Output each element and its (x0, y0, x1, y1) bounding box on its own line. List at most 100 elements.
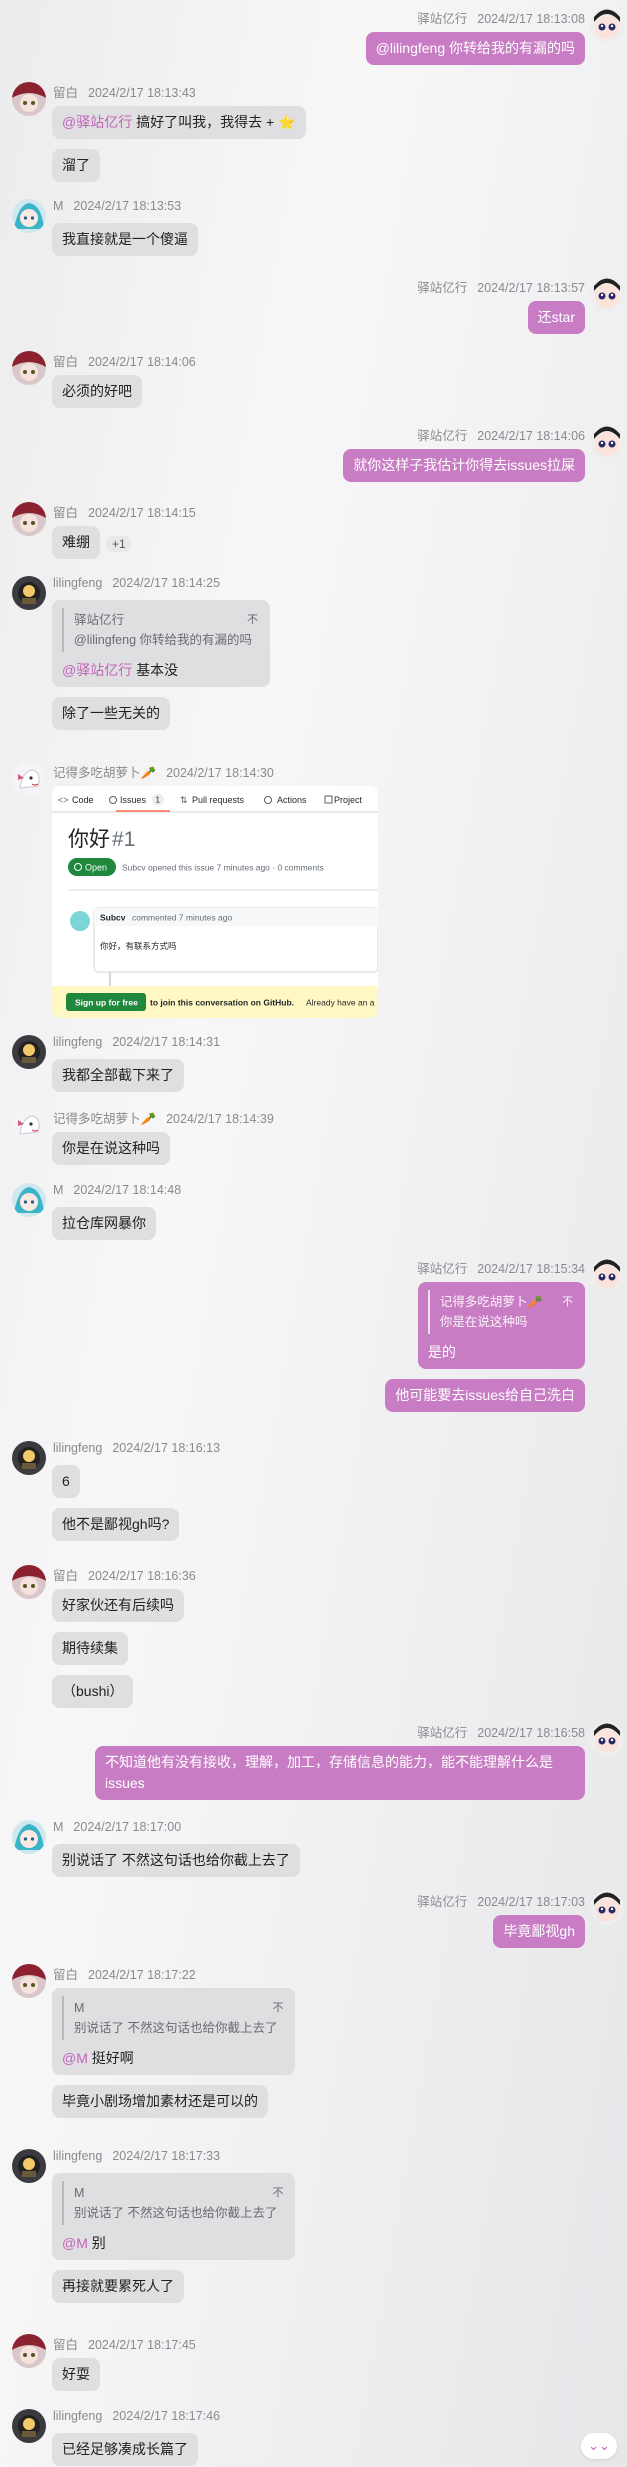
pull-request-icon: ⇅ (180, 795, 188, 805)
message-bubble[interactable]: 毕竟鄙视gh (493, 1915, 585, 1948)
message-bubble[interactable]: 6 (52, 1465, 80, 1498)
avatar[interactable] (12, 2334, 46, 2368)
mention[interactable]: @M (62, 2050, 88, 2066)
sender-name: lilingfeng (53, 1441, 103, 1455)
avatar[interactable] (590, 1258, 624, 1292)
bubble-text: 毕竟小剧场增加素材还是可以的 (62, 2091, 258, 2112)
message-bubble[interactable]: 好耍 (52, 2358, 100, 2391)
message-bubble[interactable]: 我都全部截下来了 (52, 1059, 184, 1092)
avatar[interactable] (12, 1820, 46, 1854)
message-bubble[interactable]: 再接就要累死人了 (52, 2270, 184, 2303)
avatar[interactable] (12, 1108, 46, 1142)
shared-screenshot[interactable]: <> Code Issues 1 ⇅ Pull requests Actions Projec… (52, 786, 378, 1018)
quote-text: 别说话了 不然这句话也给你截上去了 (74, 2021, 278, 2035)
avatar[interactable] (12, 1441, 46, 1475)
avatar[interactable] (12, 762, 46, 796)
mention[interactable]: @驿站亿行 (62, 114, 132, 130)
avatar[interactable] (12, 199, 46, 233)
avatar[interactable] (12, 502, 46, 536)
sender-name: 留白 (53, 506, 79, 520)
message-bubble[interactable]: 好家伙还有后续吗 (52, 1589, 184, 1622)
message-text: 就你这样子我估计你得去issues拉屎 (353, 457, 575, 473)
message-meta: M 2024/2/17 18:17:00 (53, 1820, 181, 1834)
message-text: 毕竟小剧场增加素材还是可以的 (62, 2093, 258, 2109)
avatar[interactable] (590, 425, 624, 459)
message-bubble[interactable]: （bushi） (52, 1675, 134, 1708)
avatar[interactable] (12, 2149, 46, 2183)
issue-opened-line: Subcv opened this issue 7 minutes ago · … (122, 863, 324, 873)
signup-tail: Already have an a (306, 998, 375, 1008)
issue-number: #1 (112, 828, 135, 851)
avatar[interactable] (12, 1964, 46, 1998)
message-bubble[interactable]: @驿站亿行 搞好了叫我，我得去 + ⭐ (52, 106, 306, 139)
bubble-text: @M 挺好啊 (62, 2048, 285, 2069)
reply-quote[interactable]: 记得多吃胡萝卜🥕 不你是在说这种吗 (427, 1290, 575, 1334)
mention[interactable]: @驿站亿行 (62, 662, 132, 678)
message-meta: M 2024/2/17 18:13:53 (53, 199, 181, 213)
avatar[interactable] (12, 1183, 46, 1217)
message-bubble[interactable]: 记得多吃胡萝卜🥕 不你是在说这种吗是的 (417, 1282, 585, 1369)
message-bubble[interactable]: 我直接就是一个傻逼 (52, 223, 198, 256)
message-text: 已经足够凑成长篇了 (62, 2441, 188, 2457)
avatar[interactable] (12, 576, 46, 610)
message-text: 搞好了叫我，我得去 + ⭐ (132, 114, 296, 130)
reaction-badge[interactable]: +1 (106, 536, 132, 552)
message-time: 2024/2/17 18:14:31 (112, 1035, 221, 1049)
message-text: 我都全部截下来了 (62, 1067, 174, 1083)
message-bubble[interactable]: 期待续集 (52, 1632, 128, 1665)
message-bubbles: 好耍 (52, 2358, 100, 2391)
avatar[interactable] (590, 8, 624, 42)
message-bubble[interactable]: 你是在说这种吗 (52, 1132, 170, 1165)
message-bubble[interactable]: 必须的好吧 (52, 375, 142, 408)
reply-quote[interactable]: M 不别说话了 不然这句话也给你截上去了 (62, 2181, 285, 2225)
scroll-to-bottom-button[interactable]: ⌄⌄ (581, 2433, 617, 2459)
sender-name: 驿站亿行 (417, 12, 468, 26)
avatar[interactable] (12, 351, 46, 385)
sender-name: lilingfeng (53, 576, 103, 590)
avatar[interactable] (12, 1565, 46, 1599)
avatar[interactable] (590, 277, 624, 311)
message-bubble[interactable]: 别说话了 不然这句话也给你截上去了 (52, 1844, 300, 1877)
mention[interactable]: @M (62, 2235, 88, 2251)
reply-quote[interactable]: M 不别说话了 不然这句话也给你截上去了 (62, 1996, 285, 2040)
message-time: 2024/2/17 18:17:00 (73, 1820, 182, 1834)
message-bubble[interactable]: 溜了 (52, 149, 100, 182)
message-time: 2024/2/17 18:17:46 (112, 2409, 221, 2423)
message-text: 挺好啊 (87, 2050, 134, 2066)
bubble-text: 再接就要累死人了 (62, 2276, 174, 2297)
message-bubble[interactable]: 难绷 (52, 526, 100, 559)
message-bubble[interactable]: 驿站亿行 不 @lilingfeng 你转给我的有漏的吗 @驿站亿行 基本没 (52, 600, 271, 687)
message-bubble[interactable]: 拉仓库网暴你 (52, 1207, 156, 1240)
message-meta: 留白 2024/2/17 18:16:36 (53, 1565, 196, 1584)
avatar[interactable] (590, 1891, 624, 1925)
message-bubble[interactable]: 他不是鄙视gh吗? (52, 1508, 180, 1541)
message-bubble[interactable]: 已经足够凑成长篇了 (52, 2433, 198, 2466)
message-bubble[interactable]: @lilingfeng 你转给我的有漏的吗 (365, 32, 585, 65)
chat-message-list[interactable]: 驿站亿行 2024/2/17 18:13:08 @lilingfeng 你转给我的有… (0, 0, 627, 2467)
quote-pin-icon: 不 (272, 2002, 284, 2014)
message-bubble[interactable]: 不知道他有没有接收，理解，加工，存储信息的能力，能不能理解什么是issues (95, 1746, 585, 1800)
message-text: 6 (62, 1473, 70, 1489)
message-meta: lilingfeng 2024/2/17 18:14:31 (53, 1035, 220, 1049)
message-text: 是的 (427, 1344, 456, 1360)
message-bubble[interactable]: 除了一些无关的 (52, 697, 170, 730)
message-time: 2024/2/17 18:14:06 (88, 355, 196, 369)
avatar[interactable] (12, 82, 46, 116)
message-meta: 留白 2024/2/17 18:14:06 (53, 351, 196, 370)
issues-count: 1 (156, 796, 161, 805)
message-bubble[interactable]: 就你这样子我估计你得去issues拉屎 (343, 449, 585, 482)
reply-quote[interactable]: 驿站亿行 不 @lilingfeng 你转给我的有漏的吗 (62, 608, 260, 652)
message-bubble[interactable]: M 不别说话了 不然这句话也给你截上去了 @M 别 (52, 2173, 296, 2260)
message-bubble[interactable]: 他可能要去issues给自己洗白 (385, 1379, 585, 1412)
sender-name: 留白 (53, 2338, 79, 2352)
message-bubble[interactable]: 毕竟小剧场增加素材还是可以的 (52, 2085, 268, 2118)
mention[interactable]: @lilingfeng (376, 40, 445, 56)
message-bubbles: 就你这样子我估计你得去issues拉屎 (343, 449, 585, 482)
message-bubble[interactable]: M 不别说话了 不然这句话也给你截上去了 @M 挺好啊 (52, 1988, 296, 2075)
message-bubbles: 我都全部截下来了 (52, 1059, 184, 1092)
avatar[interactable] (590, 1722, 624, 1756)
message-bubble[interactable]: 还star (527, 301, 585, 334)
avatar[interactable] (12, 1035, 46, 1069)
avatar[interactable] (12, 2409, 46, 2443)
bubble-text: （bushi） (62, 1681, 123, 1702)
